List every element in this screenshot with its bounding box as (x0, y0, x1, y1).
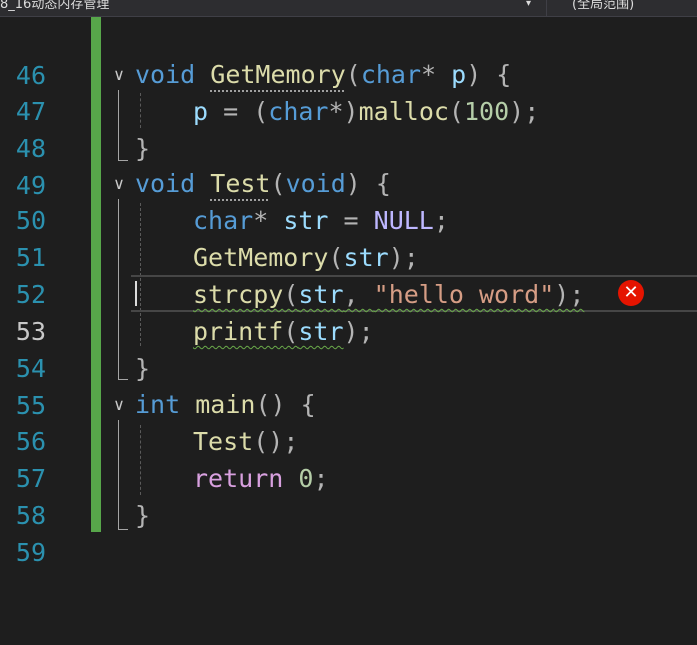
function-call-getmemory[interactable]: GetMemory (193, 243, 328, 272)
project-scope-dropdown[interactable]: 8_16动态内存管理 ▾ (0, 0, 544, 16)
paren: ( (345, 60, 361, 89)
code-line-55[interactable]: 55 } (0, 350, 697, 420)
code-line-52[interactable]: 52 GetMemory(str); (0, 239, 697, 309)
navigation-bar: 8_16动态内存管理 ▾ (全局范围) (0, 0, 697, 17)
closing-brace: } (135, 134, 151, 163)
number-literal: 0 (298, 464, 314, 493)
variable-str: str (283, 206, 329, 235)
keyword-return: return (193, 464, 284, 493)
keyword-char: char (360, 60, 422, 89)
code-text: char* str = NULL; (193, 202, 449, 239)
code-text: void Test(void) { (135, 165, 391, 202)
parameter-p: p (451, 60, 467, 89)
assign-op: = ( (208, 97, 269, 126)
code-line-46[interactable]: 46 (0, 20, 697, 90)
project-scope-label: 8_16动态内存管理 (0, 0, 110, 12)
code-line-49[interactable]: 49 } (0, 130, 697, 200)
code-line-54[interactable]: 54 printf(str); (0, 313, 697, 383)
paren: ( (448, 97, 464, 126)
function-call-printf[interactable]: printf (193, 317, 283, 346)
paren-semicolon: ); (554, 280, 585, 309)
function-call-test[interactable]: Test (193, 427, 253, 456)
variable-str: str (298, 317, 344, 346)
code-text: printf(str); (193, 313, 374, 350)
keyword-int: int (135, 390, 181, 419)
chevron-down-icon: ▾ (526, 0, 532, 9)
keyword-void: void (135, 169, 196, 198)
code-line-48[interactable]: 48 p = (char*)malloc(100); (0, 93, 697, 163)
code-text: } (135, 497, 150, 534)
code-line-56[interactable]: 56 int main() { (0, 386, 697, 456)
paren: ( (283, 317, 299, 346)
code-line-53[interactable]: 53 strcpy(str, "hello word"); (0, 276, 697, 346)
semicolon: ; (433, 206, 449, 235)
code-text: GetMemory(str); (193, 239, 419, 276)
parameter-p: p (193, 97, 209, 126)
variable-str: str (298, 280, 344, 309)
code-text-with-warning: strcpy(str, "hello word"); (193, 276, 584, 313)
code-line-47[interactable]: 47 void GetMemory(char* p) { (0, 56, 697, 126)
paren-brace: () { (255, 390, 316, 419)
assign-op: = (328, 206, 374, 235)
global-scope-label: (全局范围) (572, 0, 635, 12)
paren-brace: ) { (345, 169, 391, 198)
function-name-getmemory[interactable]: GetMemory (210, 60, 345, 89)
code-line-51[interactable]: 51 char* str = NULL; (0, 202, 697, 272)
code-text: } (135, 350, 150, 387)
paren-semicolon: ); (509, 97, 540, 126)
dropdown-divider (546, 0, 547, 16)
paren-brace: ) { (466, 60, 512, 89)
paren-semicolon: (); (253, 427, 299, 456)
pointer-star: * (253, 206, 284, 235)
code-text: return 0; (193, 460, 329, 497)
code-editor[interactable]: ∨ ∨ ∨ 46 47 void GetMemory(char* p) { 48… (0, 17, 697, 567)
comma: , (343, 280, 374, 309)
macro-null: NULL (373, 206, 434, 235)
code-line-57[interactable]: 57 Test(); (0, 423, 697, 493)
code-text: int main() { (135, 386, 316, 423)
line-number: 59 (15, 538, 46, 567)
cast-close: *) (328, 97, 359, 126)
keyword-void: void (135, 60, 196, 89)
paren: ( (283, 280, 299, 309)
code-text: } (135, 130, 150, 167)
keyword-char: char (193, 206, 254, 235)
code-line-59[interactable]: 59 } (0, 497, 697, 567)
paren: ( (270, 169, 286, 198)
function-name-main[interactable]: main (195, 390, 255, 419)
code-text: Test(); (193, 423, 298, 460)
function-name-test[interactable]: Test (210, 169, 270, 198)
code-text: p = (char*)malloc(100); (193, 93, 539, 130)
code-line-58[interactable]: 58 return 0; (0, 460, 697, 530)
global-scope-dropdown[interactable]: (全局范围) (548, 0, 697, 16)
closing-brace: } (135, 354, 151, 383)
code-line-50[interactable]: 50 void Test(void) { (0, 165, 697, 235)
function-call-strcpy[interactable]: strcpy (193, 280, 283, 309)
string-literal: "hello word" (373, 280, 555, 309)
closing-brace: } (135, 501, 151, 530)
keyword-void: void (285, 169, 346, 198)
code-text: void GetMemory(char* p) { (135, 56, 511, 93)
pointer-star: * (421, 60, 452, 89)
number-literal: 100 (463, 97, 510, 126)
paren-semicolon: ); (388, 243, 419, 272)
keyword-char: char (268, 97, 329, 126)
error-icon[interactable]: ✕ (618, 280, 644, 306)
paren-semicolon: ); (343, 317, 374, 346)
variable-str: str (343, 243, 389, 272)
paren: ( (328, 243, 344, 272)
function-call-malloc[interactable]: malloc (359, 97, 449, 126)
semicolon: ; (313, 464, 329, 493)
